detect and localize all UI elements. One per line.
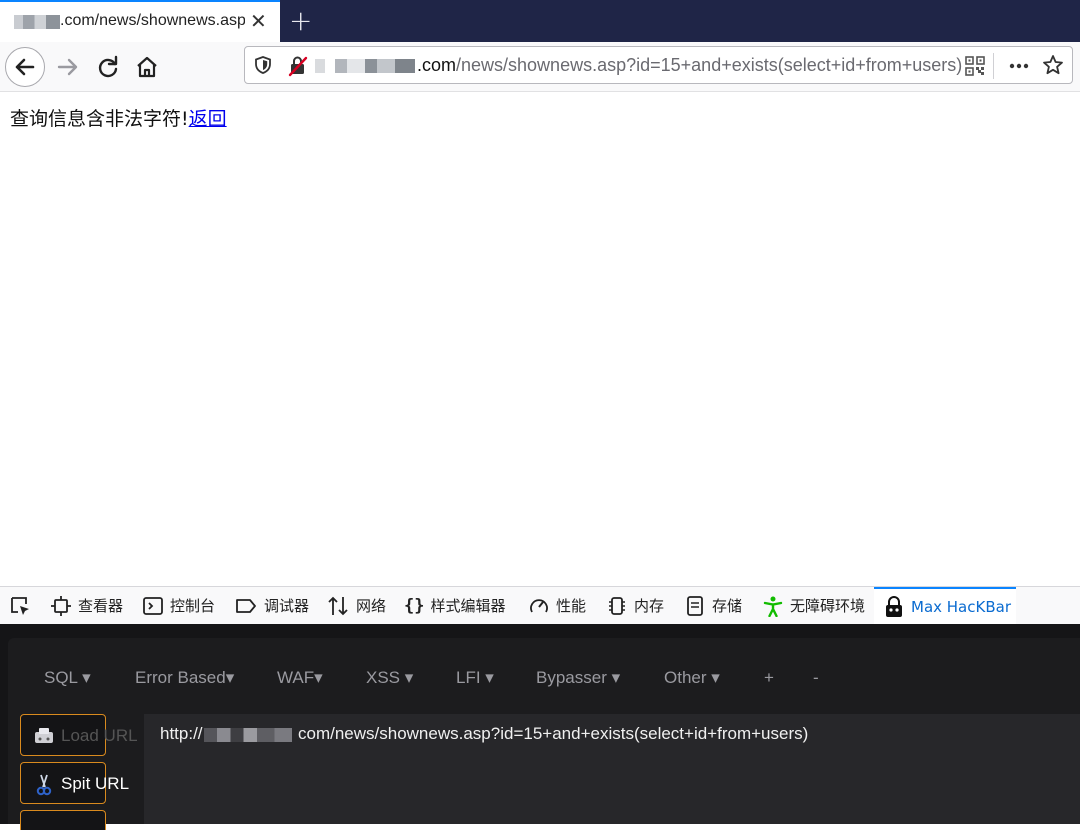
url-text[interactable]: .com/news/shownews.asp?id=15+and+exists(… bbox=[417, 55, 965, 76]
tab-max-hackbar-label: Max HacKBar bbox=[911, 597, 1011, 616]
tab-style-editor[interactable]: {} 样式编辑器 bbox=[404, 587, 506, 624]
tab-memory[interactable]: 内存 bbox=[606, 587, 664, 624]
split-url-button[interactable]: Spit URL bbox=[20, 762, 129, 804]
scissors-icon bbox=[36, 774, 52, 796]
tab-close-icon[interactable]: ✕ bbox=[250, 11, 267, 31]
tab-console-label: 控制台 bbox=[170, 597, 216, 615]
load-url-icon bbox=[35, 728, 53, 743]
page-content: 查询信息含非法字符!返回 bbox=[10, 104, 227, 131]
url-bar[interactable]: .com/news/shownews.asp?id=15+and+exists(… bbox=[244, 46, 1073, 84]
url-path: /news/shownews.asp?id=15+and+exists(sele… bbox=[456, 55, 963, 75]
element-picker-button[interactable] bbox=[8, 587, 38, 624]
home-button[interactable] bbox=[127, 47, 167, 87]
menu-xss[interactable]: XSS ▾ bbox=[366, 668, 413, 688]
menu-bypasser[interactable]: Bypasser ▾ bbox=[536, 668, 620, 688]
accessibility-icon bbox=[763, 596, 783, 617]
back-arrow-icon bbox=[15, 58, 35, 76]
pick-element-icon bbox=[11, 596, 29, 615]
menu-error-based[interactable]: Error Based▾ bbox=[135, 668, 234, 688]
menu-minus[interactable]: - bbox=[813, 668, 819, 688]
url-host-redacted bbox=[315, 59, 415, 73]
menu-sql[interactable]: SQL ▾ bbox=[44, 668, 91, 688]
debugger-icon bbox=[236, 598, 256, 613]
back-link[interactable]: 返回 bbox=[189, 108, 227, 130]
menu-other[interactable]: Other ▾ bbox=[664, 668, 720, 688]
url-textarea[interactable]: http:// com/news/shownews.asp?id=15+and+… bbox=[144, 714, 1080, 824]
forward-button[interactable] bbox=[48, 47, 88, 87]
tab-network[interactable]: 网络 bbox=[326, 587, 386, 624]
tab-max-hackbar[interactable]: Max HacKBar bbox=[874, 587, 1016, 624]
hackbar-panel: SQL ▾ Error Based▾ WAF▾ XSS ▾ LFI ▾ Bypa… bbox=[0, 624, 1080, 830]
memory-icon bbox=[609, 596, 625, 615]
execute-button[interactable] bbox=[20, 810, 106, 830]
storage-icon bbox=[687, 595, 703, 616]
hackbar-icon bbox=[886, 595, 902, 617]
tab-inspector[interactable]: 查看器 bbox=[50, 587, 123, 624]
tab-debugger-label: 调试器 bbox=[264, 597, 310, 615]
tab-storage[interactable]: 存储 bbox=[684, 587, 742, 624]
load-url-button[interactable]: Load URL bbox=[20, 714, 138, 756]
tab-accessibility-label: 无障碍环境 bbox=[790, 597, 866, 615]
reload-icon bbox=[98, 55, 118, 78]
tab-debugger[interactable]: 调试器 bbox=[234, 587, 309, 624]
tab-console[interactable]: 控制台 bbox=[142, 587, 215, 624]
bookmark-star-icon[interactable] bbox=[1042, 54, 1064, 76]
tracking-shield-icon[interactable] bbox=[253, 55, 273, 75]
new-tab-button[interactable]: + bbox=[289, 4, 312, 37]
performance-icon bbox=[530, 598, 548, 612]
style-editor-icon: {} bbox=[404, 595, 425, 616]
hackbar-container: SQL ▾ Error Based▾ WAF▾ XSS ▾ LFI ▾ Bypa… bbox=[8, 638, 1080, 830]
error-message: 查询信息含非法字符! bbox=[10, 108, 189, 130]
menu-plus[interactable]: + bbox=[764, 668, 774, 688]
back-button[interactable] bbox=[5, 47, 45, 87]
inspector-icon bbox=[51, 595, 71, 616]
nav-bar: .com/news/shownews.asp?id=15+and+exists(… bbox=[0, 42, 1080, 92]
tab-network-label: 网络 bbox=[356, 597, 387, 615]
split-url-label: Spit URL bbox=[61, 774, 130, 793]
insecure-lock-icon[interactable] bbox=[287, 55, 309, 77]
console-icon bbox=[143, 596, 163, 615]
url-suffix: com/news/shownews.asp?id=15+and+exists(s… bbox=[298, 724, 809, 743]
url-host-redacted-hackbar bbox=[204, 728, 292, 742]
tab-storage-label: 存储 bbox=[712, 597, 743, 615]
url-domain: .com bbox=[417, 55, 457, 75]
devtools-toolbar: 查看器 控制台 调试器 网络 {} 样式编辑器 性能 内存 存储 无障碍环境 M… bbox=[0, 586, 1080, 624]
url-separator bbox=[993, 53, 994, 79]
tab-accessibility[interactable]: 无障碍环境 bbox=[762, 587, 865, 624]
tab-style-editor-label: 样式编辑器 bbox=[430, 597, 506, 615]
forward-arrow-icon bbox=[57, 58, 78, 76]
tab-inspector-label: 查看器 bbox=[78, 597, 124, 615]
menu-lfi[interactable]: LFI ▾ bbox=[456, 668, 494, 688]
home-icon bbox=[137, 56, 157, 78]
menu-waf[interactable]: WAF▾ bbox=[277, 668, 323, 688]
tab-performance-label: 性能 bbox=[556, 597, 587, 615]
tab-memory-label: 内存 bbox=[634, 597, 665, 615]
tab-strip: .com/news/shownews.asp ✕ + bbox=[0, 0, 1080, 42]
reload-button[interactable] bbox=[88, 47, 128, 87]
network-icon bbox=[328, 596, 348, 615]
tab-title: .com/news/shownews.asp bbox=[60, 12, 245, 29]
tab-title-redacted bbox=[14, 15, 60, 29]
qr-code-icon[interactable] bbox=[965, 56, 985, 76]
load-url-label: Load URL bbox=[61, 726, 138, 745]
browser-tab[interactable]: .com/news/shownews.asp ✕ bbox=[0, 0, 280, 42]
url-prefix: http:// bbox=[160, 724, 203, 743]
tab-performance[interactable]: 性能 bbox=[528, 587, 586, 624]
page-actions-icon[interactable] bbox=[1007, 55, 1031, 77]
